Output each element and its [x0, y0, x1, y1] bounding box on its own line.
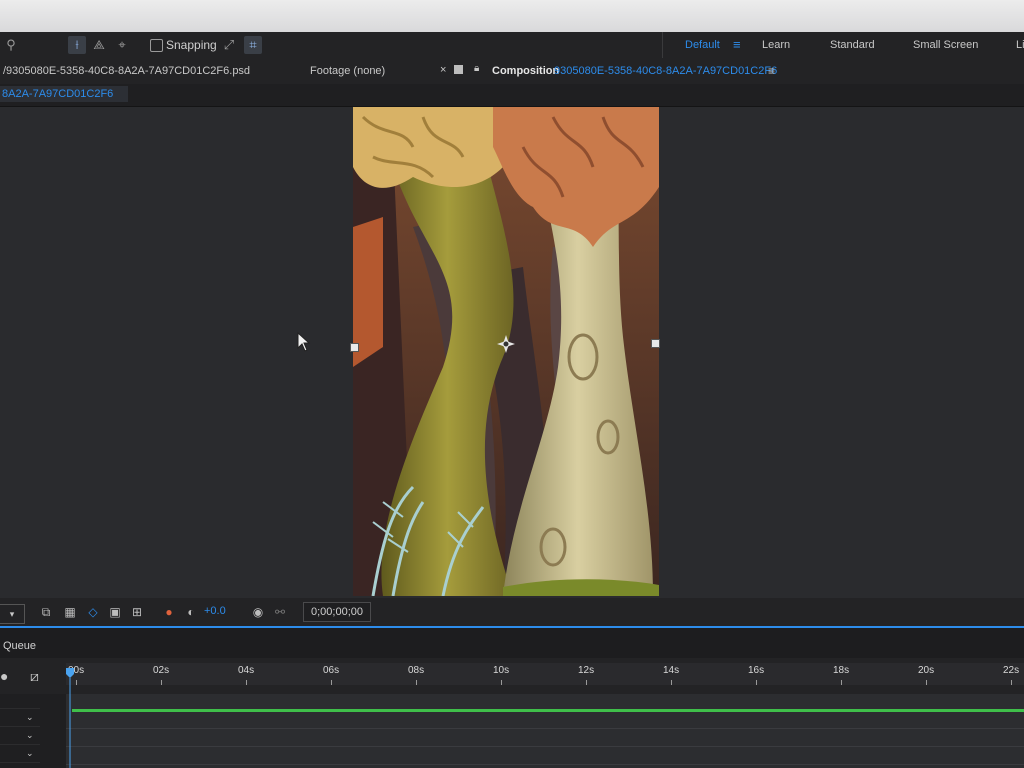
time-tick-label: 18s	[833, 665, 850, 676]
time-tick-label: 16s	[748, 665, 765, 676]
solo-icon[interactable]: ●	[0, 668, 8, 684]
work-area-bar[interactable]	[72, 709, 1024, 712]
lock-icon[interactable]: 🔒︎	[474, 63, 479, 74]
transform-handle-left[interactable]	[350, 343, 359, 352]
time-tick-label: 02s	[153, 665, 170, 676]
playhead[interactable]	[66, 668, 74, 768]
snap-feature-icon[interactable]: ⌗	[244, 36, 262, 54]
snapping-label: Snapping	[166, 38, 217, 52]
viewer-toolbar: ▾ ⧉ ▦ ◇ ▣ ⊞ ● ◐ +0.0 ◉ ⚯ 0;00;00;00	[0, 598, 1024, 628]
workspace-switcher: Default ≡ Learn Standard Small Screen Li	[662, 32, 1024, 58]
mouse-cursor-icon	[297, 332, 311, 352]
snapping-checkbox[interactable]	[150, 39, 163, 52]
color-channel-icon[interactable]: ●	[161, 604, 177, 620]
time-tick-mark	[841, 680, 842, 685]
transform-handle-right[interactable]	[651, 339, 660, 348]
time-ruler[interactable]: 00s 02s 04s 06s 08s 10s 12s 14s 16s 18s 20s 22s	[66, 663, 1024, 685]
fast-preview-icon[interactable]: ⧉	[38, 604, 54, 620]
workspace-menu-icon[interactable]: ≡	[733, 37, 741, 52]
time-tick-label: 10s	[493, 665, 510, 676]
track-divider	[66, 746, 1024, 747]
time-tick-label: 06s	[323, 665, 340, 676]
link-icon[interactable]: ⚯	[272, 604, 288, 620]
chevron-down-icon[interactable]: ⌄	[26, 730, 34, 741]
chevron-down-icon[interactable]: ⌄	[26, 712, 34, 723]
time-tick-mark	[416, 680, 417, 685]
monitor-bezel	[0, 0, 1024, 32]
time-tick-mark	[76, 680, 77, 685]
exposure-reset-icon[interactable]: ◐	[183, 604, 199, 620]
magnification-dropdown[interactable]: ▾	[0, 604, 25, 624]
layer-row[interactable]: ⌄	[0, 730, 40, 745]
current-time-display[interactable]: 0;00;00;00	[303, 602, 371, 622]
anchor-point-icon[interactable]	[497, 335, 515, 353]
breadcrumb: 8A2A-7A97CD01C2F6	[0, 84, 1024, 107]
chevron-down-icon[interactable]: ⌄	[26, 748, 34, 759]
composition-name: 9305080E-5358-40C8-8A2A-7A97CD01C2F6	[554, 65, 778, 77]
close-icon[interactable]: ×	[440, 64, 446, 76]
layer-column: ⌄ ⌄ ⌄	[0, 694, 67, 768]
layer-row[interactable]	[0, 694, 40, 709]
breadcrumb-composition[interactable]: 8A2A-7A97CD01C2F6	[0, 86, 128, 102]
tab-render-queue[interactable]: Queue	[3, 640, 36, 652]
snap-icon[interactable]: ⤢	[220, 36, 238, 54]
region-icon[interactable]: ▣	[107, 604, 123, 620]
composition-viewer[interactable]	[0, 107, 1024, 598]
time-tick-mark	[586, 680, 587, 685]
tools-bar: ⚲ ⟊ ⟁ ⌖ Snapping ⤢ ⌗ Default ≡ Learn Sta…	[0, 32, 1024, 59]
time-tick-label: 22s	[1003, 665, 1020, 676]
guides-icon[interactable]: ⊞	[129, 604, 145, 620]
workspace-standard[interactable]: Standard	[830, 39, 875, 51]
composition-label: Composition	[492, 65, 560, 77]
mask-icon[interactable]: ◇	[85, 604, 101, 620]
workspace-default[interactable]: Default	[685, 39, 720, 51]
time-tick-label: 04s	[238, 665, 255, 676]
layer-row[interactable]: ⌄	[0, 748, 40, 763]
workspace-learn[interactable]: Learn	[762, 39, 790, 51]
time-tick-mark	[331, 680, 332, 685]
time-tick-label: 20s	[918, 665, 935, 676]
tab-composition[interactable]: × 🔒︎ Composition 9305080E-5358-40C8-8A2A…	[440, 58, 778, 86]
timeline-tracks[interactable]	[66, 694, 1024, 768]
time-tick-mark	[926, 680, 927, 685]
time-tick-mark	[161, 680, 162, 685]
exposure-value[interactable]: +0.0	[204, 605, 226, 617]
time-tick-mark	[246, 680, 247, 685]
pin-icon[interactable]: ⚲	[2, 36, 20, 54]
panel-tab-bar: /9305080E-5358-40C8-8A2A-7A97CD01C2F6.ps…	[0, 58, 1024, 86]
workspace-small-screen[interactable]: Small Screen	[913, 39, 978, 51]
timeline-panel: Queue ● ⧄ 00s 02s 04s 06s 08s 10s 12s 14s 16s 18s…	[0, 628, 1024, 768]
selection-icon[interactable]: ⟊	[68, 36, 86, 54]
time-tick-mark	[1011, 680, 1012, 685]
puppet-icon[interactable]: ⟁	[90, 36, 108, 54]
project-file-tab[interactable]: /9305080E-5358-40C8-8A2A-7A97CD01C2F6.ps…	[3, 65, 250, 77]
camera-icon[interactable]: ◉	[250, 604, 266, 620]
transparency-grid-icon[interactable]: ▦	[62, 604, 78, 620]
puppet-advanced-icon[interactable]: ⌖	[113, 36, 131, 54]
time-tick-mark	[501, 680, 502, 685]
track-divider	[66, 764, 1024, 765]
time-tick-label: 14s	[663, 665, 680, 676]
panel-menu-icon[interactable]: ≡	[768, 64, 775, 78]
frame-blend-icon[interactable]: ⧄	[30, 668, 39, 685]
time-tick-mark	[671, 680, 672, 685]
time-tick-mark	[756, 680, 757, 685]
workspace-more[interactable]: Li	[1016, 39, 1024, 51]
layer-row[interactable]: ⌄	[0, 712, 40, 727]
composition-swatch-icon	[454, 65, 463, 74]
time-tick-label: 08s	[408, 665, 425, 676]
footage-tab[interactable]: Footage (none)	[310, 65, 385, 77]
track-divider	[66, 728, 1024, 729]
time-tick-label: 12s	[578, 665, 595, 676]
